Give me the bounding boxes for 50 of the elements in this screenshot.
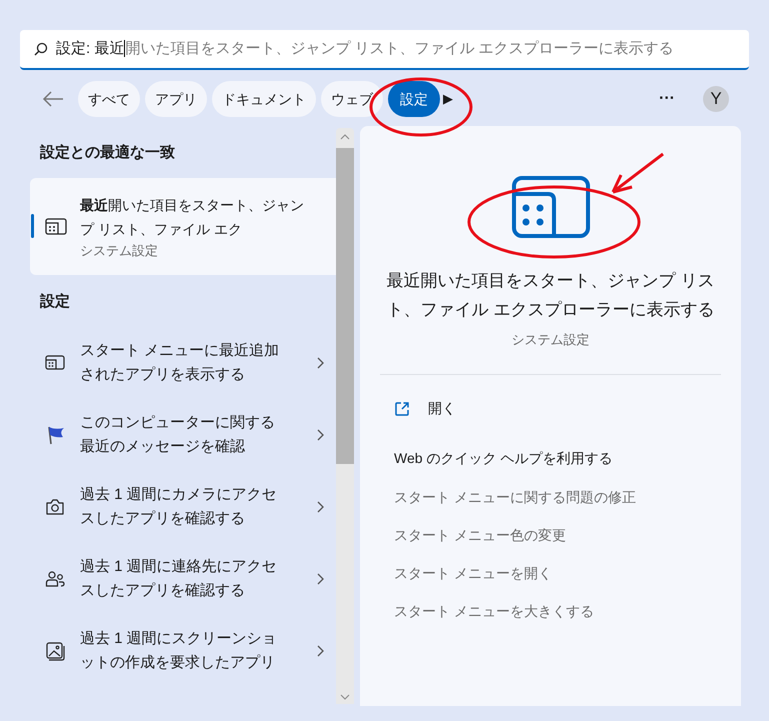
web-help-link[interactable]: Web のクイック ヘルプを利用する — [380, 438, 721, 478]
chevron-right-icon — [317, 645, 324, 657]
chevron-right-icon — [317, 501, 324, 513]
settings-item-label: 過去 1 週間にスクリーンショットの作成を要求したアプリ — [80, 629, 278, 673]
more-options-button[interactable]: ··· — [659, 87, 675, 111]
settings-item-label: 過去 1 週間に連絡先にアクセスしたアプリを確認する — [80, 557, 278, 601]
chevron-right-icon — [317, 429, 324, 441]
section-heading: 設定との最適な一致 — [38, 143, 176, 163]
chevron-right-icon — [317, 357, 324, 369]
scroll-up-icon[interactable] — [340, 134, 350, 140]
section-heading: 設定 — [38, 292, 71, 312]
detail-subtitle: システム設定 — [510, 331, 590, 349]
filter-tab[interactable]: アプリ — [145, 81, 207, 117]
filter-tab[interactable]: 設定 — [388, 81, 440, 117]
scrollbar[interactable] — [336, 128, 354, 704]
settings-item[interactable]: 過去 1 週間にスクリーンショットの作成を要求したアプリ — [30, 615, 336, 687]
detail-title: 最近開いた項目をスタート、ジャンプ リスト、ファイル エクスプローラーに表示する — [386, 270, 716, 321]
settings-item-label: このコンピューターに関する最近のメッセージを確認 — [80, 413, 276, 457]
settings-item[interactable]: 過去 1 週間にカメラにアクセスしたアプリを確認する — [30, 471, 336, 543]
camera-icon — [45, 497, 65, 517]
chevron-right-icon — [317, 573, 324, 585]
search-icon — [34, 42, 48, 56]
settings-item[interactable]: スタート メニューに最近追加されたアプリを表示する — [30, 327, 336, 399]
open-external-icon — [394, 400, 410, 416]
related-link[interactable]: スタート メニューを開く — [380, 554, 721, 592]
flag-icon — [45, 425, 65, 445]
settings-item-label: 過去 1 週間にカメラにアクセスしたアプリを確認する — [80, 485, 278, 529]
best-match-title: 最近開いた項目をスタート、ジャンプ リスト、ファイル エク — [80, 196, 305, 238]
settings-window-icon — [512, 176, 590, 238]
related-link[interactable]: スタート メニュー色の変更 — [380, 516, 721, 554]
settings-item[interactable]: このコンピューターに関する最近のメッセージを確認 — [30, 399, 336, 471]
settings-window-icon — [45, 218, 67, 236]
back-arrow-icon[interactable] — [42, 91, 64, 107]
related-link[interactable]: スタート メニューに関する問題の修正 — [380, 478, 721, 516]
best-match-subtitle: システム設定 — [80, 242, 159, 260]
filter-tab[interactable]: ウェブ — [321, 81, 383, 117]
settings-item-label: スタート メニューに最近追加されたアプリを表示する — [80, 341, 280, 385]
related-link[interactable]: スタート メニューを大きくする — [380, 592, 721, 630]
scroll-thumb[interactable] — [336, 148, 354, 464]
image-icon — [45, 641, 65, 661]
open-link[interactable]: 開く — [428, 398, 456, 419]
scroll-down-icon[interactable] — [340, 694, 350, 700]
avatar[interactable]: Y — [703, 86, 729, 112]
best-match-item[interactable]: 最近開いた項目をスタート、ジャンプ リスト、ファイル エク システム設定 — [30, 178, 336, 275]
filter-tab[interactable]: すべて — [78, 81, 140, 117]
people-icon — [45, 569, 65, 589]
more-filters-icon[interactable]: ▶ — [443, 89, 453, 109]
filter-tab[interactable]: ドキュメント — [212, 81, 316, 117]
settings-item[interactable]: 過去 1 週間に連絡先にアクセスしたアプリを確認する — [30, 543, 336, 615]
search-field[interactable]: 設定: 最近開いた項目をスタート、ジャンプ リスト、ファイル エクスプローラーに表示する — [20, 30, 749, 70]
